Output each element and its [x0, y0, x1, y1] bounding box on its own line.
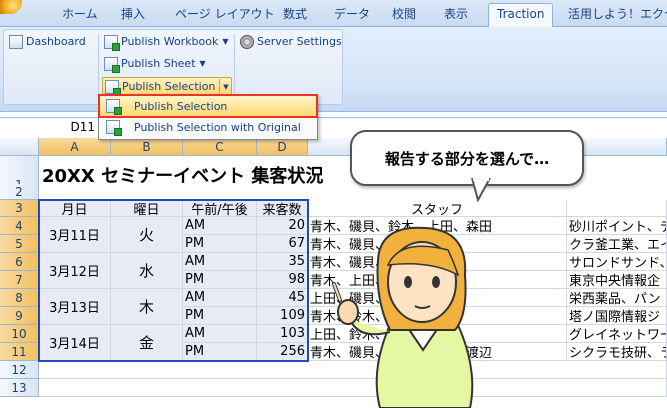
row-header-6[interactable]: 6 [0, 253, 39, 271]
gear-icon [240, 35, 254, 49]
cell-weekday[interactable]: 水 [111, 253, 183, 289]
row-header-4[interactable]: 4 [0, 217, 39, 235]
tab-view[interactable]: 表示 [444, 4, 468, 26]
publish-sheet-label: Publish Sheet [121, 57, 196, 70]
cell-company[interactable]: 栄西薬品、パン [567, 289, 667, 307]
ribbon-separator [234, 34, 235, 100]
server-settings-label: Server Settings [257, 35, 342, 48]
tab-katsuyou[interactable]: 活用しよう！エクセル [568, 4, 667, 26]
server-settings-button[interactable]: Server Settings [240, 33, 342, 51]
row-header-3[interactable]: 3 [0, 200, 39, 217]
cell-ampm[interactable]: AM [183, 325, 257, 343]
dashboard-label: Dashboard [26, 35, 86, 48]
cell-company[interactable]: 塔ノ国際情報ジ [567, 307, 667, 325]
cell-ampm[interactable]: AM [183, 289, 257, 307]
menu-item-publish-selection[interactable]: Publish Selection [98, 94, 318, 118]
cell-count[interactable]: 20 [257, 217, 308, 235]
row-header-12[interactable]: 12 [0, 361, 39, 379]
menu-item-label: Publish Selection [134, 99, 228, 113]
column-header-d[interactable]: D [257, 138, 308, 156]
tab-page-layout[interactable]: ページ レイアウト [175, 4, 275, 26]
tab-traction[interactable]: Traction [488, 3, 554, 27]
publish-workbook-icon [104, 35, 120, 51]
publish-sheet-button[interactable]: Publish Sheet ▼ [104, 55, 206, 73]
ribbon-separator [98, 34, 99, 100]
ribbon-tab-bar: ホーム 挿入 ページ レイアウト 数式 データ 校閲 表示 Traction 活… [0, 0, 667, 27]
publish-selection-menu: Publish Selection Publish Selection with… [98, 94, 318, 140]
name-box[interactable]: D11 [0, 118, 100, 136]
publish-workbook-button[interactable]: Publish Workbook ▼ [104, 33, 229, 51]
cell-company[interactable]: グレイネットワー [567, 325, 667, 343]
cell-company[interactable]: クラ釜工業、エイ [567, 235, 667, 253]
cell-count[interactable]: 103 [257, 325, 308, 343]
sheet-title: 20XX セミナーイベント 集客状況 [42, 166, 324, 187]
cell-count[interactable]: 98 [257, 271, 308, 289]
tab-insert[interactable]: 挿入 [121, 4, 145, 26]
row-header-5[interactable]: 5 [0, 235, 39, 253]
cell-count[interactable]: 35 [257, 253, 308, 271]
dashboard-icon [9, 35, 23, 49]
cell-count[interactable]: 67 [257, 235, 308, 253]
cartoon-woman-pointing-illustration [332, 226, 474, 408]
select-all-corner[interactable] [0, 138, 39, 156]
cell-date[interactable]: 3月14日 [39, 325, 111, 361]
cell-company[interactable]: シクラモ技研、ラ [567, 343, 667, 361]
header-date[interactable]: 月日 [39, 200, 111, 217]
header-ampm[interactable]: 午前/午後 [183, 200, 257, 217]
publish-sheet-icon [104, 57, 120, 73]
row-header-11[interactable]: 11 [0, 343, 39, 361]
cell-count[interactable]: 109 [257, 307, 308, 325]
chevron-down-icon[interactable]: ▼ [219, 79, 231, 95]
publish-selection-icon [105, 80, 121, 96]
row-header-7[interactable]: 7 [0, 271, 39, 289]
cell-ampm[interactable]: AM [183, 217, 257, 235]
cell-ampm[interactable]: PM [183, 271, 257, 289]
chevron-down-icon: ▼ [199, 59, 206, 68]
dashboard-button[interactable]: Dashboard [9, 33, 86, 51]
row-header-13[interactable]: 13 [0, 379, 39, 397]
menu-item-label: Publish Selection with Original [134, 120, 301, 134]
callout-bubble: 報告する部分を選んで… [350, 130, 584, 186]
column-header-b[interactable]: B [111, 138, 183, 156]
cell-ampm[interactable]: AM [183, 253, 257, 271]
menu-item-publish-selection-with-original[interactable]: Publish Selection with Original [100, 117, 316, 137]
row-header-2-label[interactable]: 2 [0, 184, 39, 200]
cell-weekday[interactable]: 木 [111, 289, 183, 325]
cell-company[interactable]: 東京中央情報企 [567, 271, 667, 289]
cell-ampm[interactable]: PM [183, 343, 257, 361]
header-count[interactable]: 来客数 [257, 200, 308, 217]
header-company[interactable] [567, 200, 667, 217]
callout-text: 報告する部分を選んで… [384, 149, 550, 168]
cell-weekday[interactable]: 火 [111, 217, 183, 253]
tab-formulas[interactable]: 数式 [283, 4, 307, 26]
column-header-a[interactable]: A [39, 138, 111, 156]
row-header-10[interactable]: 10 [0, 325, 39, 343]
header-weekday[interactable]: 曜日 [111, 200, 183, 217]
cell-date[interactable]: 3月13日 [39, 289, 111, 325]
publish-selection-icon [106, 99, 122, 115]
cell-company[interactable]: サロンドサンド、 [567, 253, 667, 271]
column-header-c[interactable]: C [183, 138, 257, 156]
cell-date[interactable]: 3月12日 [39, 253, 111, 289]
publish-workbook-label: Publish Workbook [121, 35, 219, 48]
header-staff[interactable]: スタッフ [308, 200, 567, 217]
cell-weekday[interactable]: 金 [111, 325, 183, 361]
cell-ampm[interactable]: PM [183, 307, 257, 325]
cell-date[interactable]: 3月11日 [39, 217, 111, 253]
cell-ampm[interactable]: PM [183, 235, 257, 253]
cell-company[interactable]: 砂川ポイント、デ [567, 217, 667, 235]
row-header-8[interactable]: 8 [0, 289, 39, 307]
cell-count[interactable]: 45 [257, 289, 308, 307]
publish-selection-original-icon [106, 120, 122, 136]
cell-count[interactable]: 256 [257, 343, 308, 361]
callout-tail [471, 178, 491, 202]
chevron-down-icon: ▼ [222, 37, 229, 46]
office-button[interactable] [0, 0, 22, 14]
tab-review[interactable]: 校閲 [392, 4, 416, 26]
row-header-9[interactable]: 9 [0, 307, 39, 325]
tab-home[interactable]: ホーム [62, 4, 98, 26]
tab-data[interactable]: データ [334, 4, 370, 26]
